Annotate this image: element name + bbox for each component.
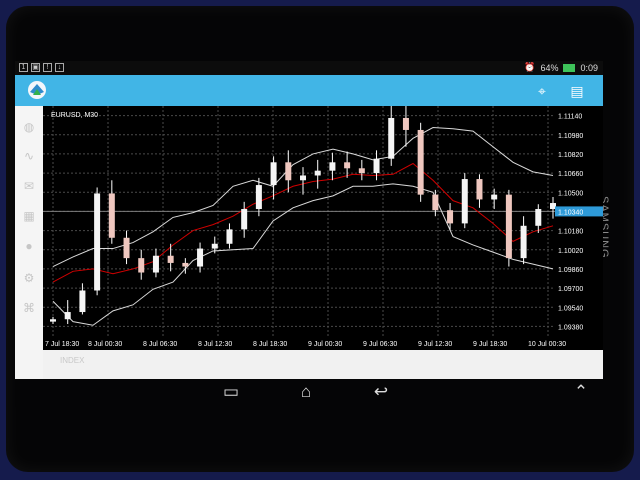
chart-svg: EURUSD, M30 1.11140 1.10980 1.10820 1.10660… [43,106,603,348]
image-icon: ▣ [31,63,40,72]
candle-body [138,258,145,273]
warning-icon: ! [43,63,52,72]
candle-body [491,194,498,200]
app-toolbar: ⌖ ▤ [15,75,603,106]
chat-icon[interactable]: ● [22,239,36,253]
candle-body [461,179,468,224]
candle-body [241,209,248,230]
x-tick-label: 7 Jul 18:30 [45,341,79,348]
x-tick-label: 10 Jul 00:30 [528,341,566,348]
x-tick-label: 8 Jul 12:30 [198,341,232,348]
candle-body [123,237,130,259]
y-tick-label: 1.09860 [558,267,583,274]
screen: 1 ▣ ! ↓ ⏰ 64% 0:09 ⌖ ▤ ◍ ∿ ✉ ▦ ● ⚙ ⌘ EUR… [15,61,603,379]
candle-body [314,170,321,176]
candle-body [520,225,527,259]
candle-body [79,290,86,313]
candle-body [152,255,159,273]
status-right: ⏰ 64% 0:09 [524,62,598,73]
candle-body [447,210,454,224]
sidebar: ◍ ∿ ✉ ▦ ● ⚙ ⌘ [15,106,44,350]
x-tick-label: 8 Jul 00:30 [88,341,122,348]
candle-body [505,194,512,259]
current-price-label: 1.10340 [558,209,583,216]
candle-body [432,194,439,211]
candle-body [535,209,542,226]
candle-body [226,229,233,244]
navigation-bar: ▭ ⌂ ↩ ⌃ [15,379,603,407]
home-icon[interactable]: ⌂ [290,382,322,402]
bottom-tab-strip: INDEX [43,350,603,379]
recent-apps-icon[interactable]: ▭ [215,382,247,402]
candle-body [300,175,306,181]
candle-body [182,262,189,267]
candle-body [388,117,395,159]
settings-icon[interactable]: ⚙ [22,271,36,285]
document-icon[interactable]: ▤ [566,81,588,101]
candle-body [167,255,174,263]
candle-body [197,248,204,267]
candle-body [329,162,336,171]
candle-body [211,243,218,249]
y-tick-label: 1.09540 [558,305,583,312]
community-icon[interactable]: ⌘ [22,301,36,315]
candle-body [64,312,71,320]
back-icon[interactable]: ↩ [365,382,397,402]
candle-body [285,162,292,181]
y-tick-label: 1.09380 [558,324,583,331]
history-icon[interactable]: ▦ [22,209,36,223]
crosshair-icon[interactable]: ⌖ [531,81,553,101]
x-tick-label: 9 Jul 12:30 [418,341,452,348]
expand-icon[interactable]: ⌃ [565,382,597,402]
app-logo-icon[interactable] [25,79,49,101]
candle-body [402,117,409,130]
candle-body [50,319,56,322]
battery-icon [563,63,576,72]
x-tick-label: 9 Jul 18:30 [473,341,507,348]
candle-body [476,179,483,200]
candle-body [358,168,365,174]
y-tick-label: 1.10820 [558,152,583,159]
y-tick-label: 1.10500 [558,190,583,197]
y-tick-label: 1.10660 [558,171,583,178]
status-left-icons: 1 ▣ ! ↓ [19,63,64,72]
candle-body [373,158,380,174]
x-tick-label: 8 Jul 18:30 [253,341,287,348]
status-bar: 1 ▣ ! ↓ ⏰ 64% 0:09 [15,61,603,75]
candle-body [255,185,262,210]
y-tick-label: 1.10020 [558,248,583,255]
symbol-label: EURUSD, M30 [51,112,98,119]
download-icon: ↓ [55,63,64,72]
y-tick-label: 1.11140 [558,114,582,121]
mail-icon[interactable]: ✉ [22,179,36,193]
quotes-icon[interactable]: ◍ [22,120,36,134]
candle-body [108,193,115,238]
battery-percent: 64% [540,62,559,73]
y-tick-label: 1.10180 [558,229,583,236]
x-tick-label: 9 Jul 00:30 [308,341,342,348]
x-tick-label: 8 Jul 06:30 [143,341,177,348]
y-tick-label: 1.09700 [558,286,583,293]
candle-body [417,129,424,195]
alarm-icon: ⏰ [524,62,536,72]
chart-icon[interactable]: ∿ [22,149,36,163]
candle-body [94,193,101,291]
price-chart[interactable]: EURUSD, M30 1.11140 1.10980 1.10820 1.10660… [43,106,603,350]
bottom-tab-label[interactable]: INDEX [60,356,84,365]
candle-body [344,162,351,169]
candle-body [270,162,277,186]
y-tick-label: 1.10980 [558,133,583,140]
clock: 0:09 [580,62,598,73]
x-tick-label: 9 Jul 06:30 [363,341,397,348]
notification-icon: 1 [19,63,28,72]
